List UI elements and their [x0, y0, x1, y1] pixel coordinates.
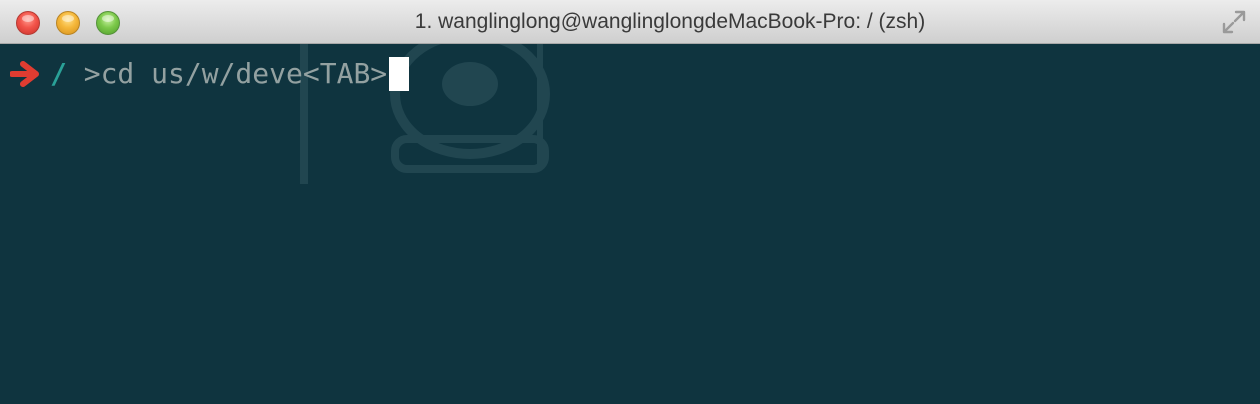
window-title: 1. wanglinglong@wanglinglongdeMacBook-Pr…: [414, 10, 926, 33]
fullscreen-icon[interactable]: [1220, 8, 1248, 36]
block-cursor: [389, 57, 410, 91]
terminal-window: 1. wanglinglong@wanglinglongdeMacBook-Pr…: [0, 0, 1260, 404]
command-input-text[interactable]: >cd us/w/deve<TAB>: [84, 57, 387, 91]
terminal-output-area[interactable]: / >cd us/w/deve<TAB>: [0, 44, 1260, 404]
prompt-line: / >cd us/w/deve<TAB>: [10, 57, 410, 91]
minimize-button[interactable]: [56, 11, 80, 35]
close-button[interactable]: [16, 11, 40, 35]
current-directory: /: [50, 57, 67, 90]
right-arrow-icon: [10, 61, 39, 87]
title-bar[interactable]: 1. wanglinglong@wanglinglongdeMacBook-Pr…: [0, 0, 1260, 44]
zoom-button[interactable]: [96, 11, 120, 35]
prompt-separator: [67, 57, 84, 91]
